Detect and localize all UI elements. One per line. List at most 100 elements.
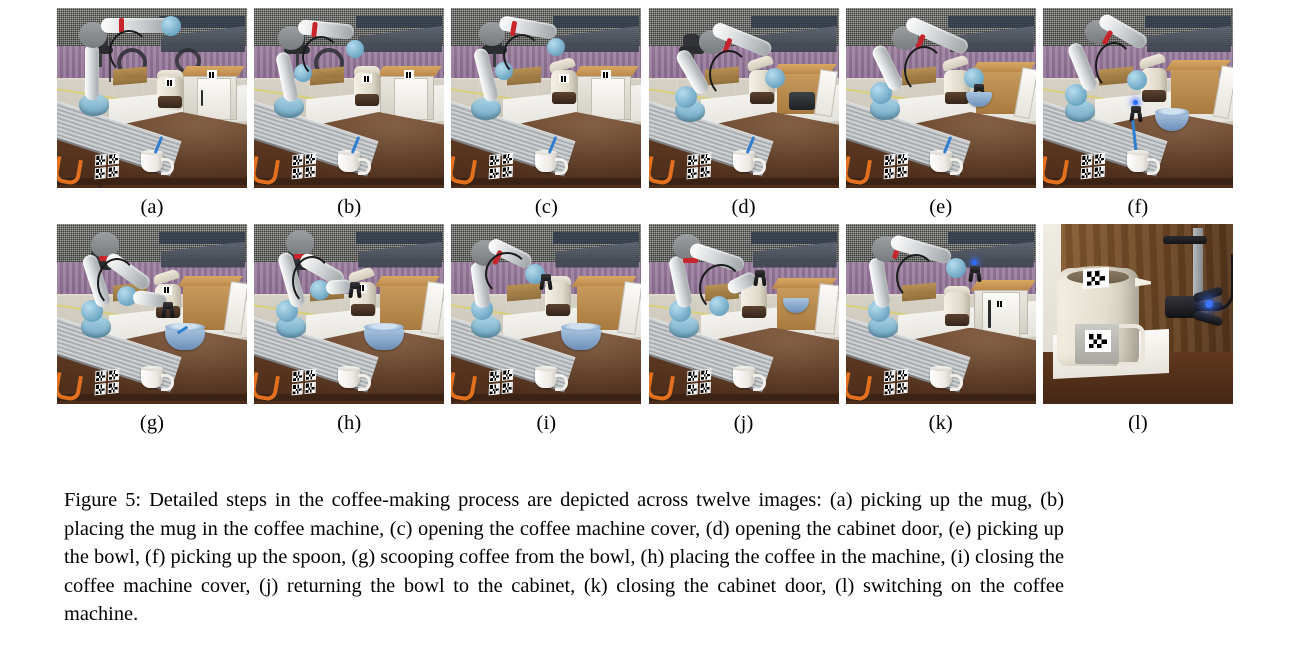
robot-cable	[109, 30, 149, 74]
panel-label-l: (l)	[1128, 411, 1148, 434]
aruco-marker-pad	[686, 368, 711, 395]
bleacher-upper	[1144, 16, 1231, 28]
mug-handle	[358, 373, 372, 391]
mug	[535, 152, 558, 172]
panel-e: (e)	[845, 8, 1036, 218]
mug-rim	[929, 365, 952, 371]
panel-c: (c)	[451, 8, 642, 218]
mug-rim	[1126, 150, 1149, 155]
panel-l: (l)	[1042, 223, 1233, 434]
bleacher-upper	[750, 16, 837, 28]
panel-label-d: (d)	[731, 196, 756, 218]
coffee-machine-base	[158, 96, 182, 108]
coffee-machine-base	[546, 303, 571, 316]
aruco-marker-machine	[559, 74, 570, 83]
coffee-machine-base	[351, 303, 376, 316]
panel-label-k: (k)	[928, 411, 953, 434]
panel-a-image	[57, 8, 247, 188]
mug	[1126, 152, 1149, 172]
aruco-marker-cabinet	[995, 299, 1006, 309]
mug	[141, 367, 163, 388]
bleacher-upper	[553, 231, 640, 244]
panel-j: (j)	[648, 223, 839, 434]
robot-upper-link	[85, 44, 99, 100]
mug-handle-closeup	[1116, 323, 1145, 366]
coffee-machine-base	[749, 92, 774, 104]
panel-h-image	[254, 223, 445, 404]
robot-shoulder-joint	[286, 229, 315, 256]
panel-i: (i)	[451, 223, 642, 434]
robot-gripper-closeup	[1164, 285, 1224, 330]
aruco-marker-pad	[883, 368, 909, 395]
panel-label-c: (c)	[534, 196, 558, 218]
table-edge	[648, 393, 839, 401]
panel-label-i: (i)	[536, 411, 557, 434]
robot-gripper	[161, 301, 175, 318]
coffee-machine-base	[1141, 90, 1166, 102]
panel-b: (b)	[254, 8, 445, 218]
bleacher-upper	[159, 231, 245, 244]
aruco-marker-pad	[686, 152, 711, 180]
gripper-led	[1132, 100, 1138, 105]
aruco-marker-control-panel	[1084, 329, 1111, 352]
panel-k: (k)	[845, 223, 1036, 434]
bowl-rim	[1154, 108, 1189, 116]
gripper-cable	[1214, 253, 1233, 311]
panel-label-j: (j)	[733, 411, 754, 434]
coffee-machine-base	[944, 313, 969, 326]
mug-rim	[732, 150, 755, 155]
panel-f-image	[1042, 8, 1233, 188]
mug-rim	[141, 150, 163, 155]
table-edge	[451, 393, 642, 401]
aruco-marker-pad	[489, 152, 514, 180]
aruco-marker-pad	[1080, 152, 1106, 180]
table-edge	[845, 178, 1036, 185]
robot-cable	[97, 257, 137, 308]
cabinet-door	[591, 78, 626, 120]
panel-e-image	[845, 8, 1036, 188]
panel-label-f: (f)	[1127, 196, 1149, 218]
mug-rim	[929, 150, 952, 155]
robot-gripper	[348, 281, 362, 298]
mug-handle	[752, 373, 766, 391]
coffee-machine-base	[552, 92, 577, 104]
panel-g: (g)	[57, 223, 247, 434]
mug	[929, 367, 952, 388]
cabinet-door	[394, 78, 429, 120]
panel-a: (a)	[57, 8, 247, 218]
mug	[338, 152, 361, 172]
bleacher-upper	[356, 231, 443, 244]
panel-row-2: (g) (h) (i) (j) (k) (l)	[57, 223, 1233, 434]
bleacher-upper	[750, 231, 837, 244]
robot-wrist-joint	[945, 257, 966, 278]
mug	[732, 152, 755, 172]
panel-h: (h)	[254, 223, 445, 434]
bleacher-upper	[947, 231, 1034, 244]
mug-handle	[949, 158, 963, 175]
mug-rim	[338, 365, 361, 371]
figure-container: (a) (b) (c) (d) (e) (f) (g) (h) (i) (j) …	[0, 0, 1290, 668]
robot-gripper	[968, 265, 982, 282]
aruco-marker-cabinet	[404, 70, 415, 79]
mug	[535, 367, 558, 388]
panel-label-h: (h)	[337, 411, 362, 434]
bowl-rim	[561, 322, 602, 331]
panel-c-image	[451, 8, 642, 188]
robot-cable	[698, 263, 743, 312]
aruco-marker-pad	[291, 368, 317, 395]
aruco-marker-machine-top	[1082, 266, 1109, 289]
cabinet-contents	[788, 92, 815, 110]
table-edge	[254, 393, 445, 401]
coffee-machine-base	[741, 305, 766, 318]
robot-cable	[903, 46, 944, 94]
aruco-marker-machine	[362, 74, 373, 83]
gripper-led	[1204, 299, 1213, 308]
mug-rim	[535, 365, 558, 371]
bleacher-upper	[947, 16, 1034, 28]
panel-g-image	[57, 223, 247, 404]
aruco-marker-pad	[94, 152, 120, 180]
table-edge	[57, 393, 247, 401]
gripper-led	[971, 259, 977, 265]
mug-handle	[161, 373, 174, 391]
bleacher-upper	[553, 16, 640, 28]
